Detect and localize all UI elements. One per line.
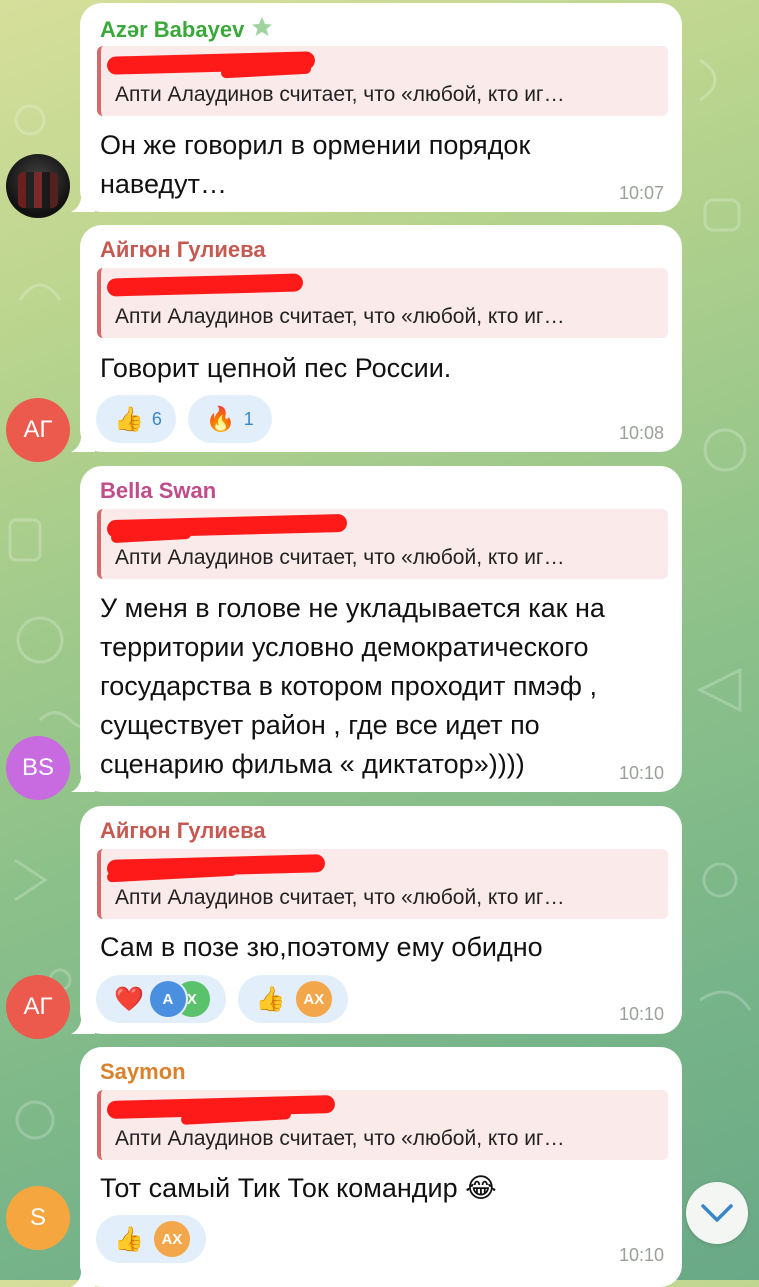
message-bubble[interactable]: Saymon Апти Алаудинов считает, что «любо… [71,1047,682,1287]
reply-text: Апти Алаудинов считает, что «любой, кто … [115,305,565,328]
avatar[interactable] [6,154,70,218]
reaction-count: 1 [243,408,254,429]
reply-preview[interactable]: Апти Алаудинов считает, что «любой, кто … [97,268,668,338]
reaction-heart[interactable]: ❤️ А X [96,975,226,1023]
reactor-avatar: А [147,979,188,1019]
chevron-down-icon [701,1204,733,1222]
message-time: 10:08 [618,423,664,443]
avatar[interactable]: АГ [6,975,70,1039]
message-text: У меня в голове не укладывается как на т… [100,593,605,779]
sender-name[interactable]: Айгюн Гулиева [100,818,266,844]
message-bubble[interactable]: Azər Babayev Апти Алаудинов считает, что… [71,3,682,212]
sender-name[interactable]: Bella Swan [100,478,216,504]
reactor-avatar: AX [151,1219,192,1259]
scroll-down-button[interactable] [686,1182,748,1244]
bubble-tail [71,1012,95,1034]
message-time: 10:10 [618,763,664,783]
message-time: 10:10 [618,1004,664,1024]
reactions: 👍 AX [96,1215,206,1263]
reaction-count: 6 [151,408,162,429]
thumbs-up-icon: 👍 [114,1225,144,1253]
reactions: 👍 6 🔥 1 [96,395,272,443]
reaction-thumbs-up[interactable]: 👍 AX [237,975,348,1023]
sender-name[interactable]: Айгюн Гулиева [100,237,266,263]
reactor-avatar: AX [293,979,334,1019]
reaction-thumbs-up[interactable]: 👍 AX [96,1215,206,1263]
reply-text: Апти Алаудинов считает, что «любой, кто … [115,886,565,909]
reply-preview[interactable]: Апти Алаудинов считает, что «любой, кто … [97,1090,668,1160]
bubble-tail [71,770,95,792]
thumbs-up-icon: 👍 [255,985,286,1013]
reply-preview[interactable]: Апти Алаудинов считает, что «любой, кто … [97,849,668,919]
message-time: 10:07 [618,183,664,203]
reply-text: Апти Алаудинов считает, что «любой, кто … [115,546,565,569]
message-bubble[interactable]: Айгюн Гулиева Апти Алаудинов считает, чт… [71,225,682,452]
reply-text: Апти Алаудинов считает, что «любой, кто … [115,1127,565,1150]
avatar[interactable]: АГ [6,398,70,462]
reaction-fire[interactable]: 🔥 1 [187,395,272,443]
message-bubble[interactable]: Айгюн Гулиева Апти Алаудинов считает, чт… [71,806,682,1034]
heart-icon: ❤️ [114,985,144,1013]
reply-text: Апти Алаудинов считает, что «любой, кто … [115,83,565,106]
reaction-thumbs-up[interactable]: 👍 6 [96,395,176,443]
bubble-tail [71,190,95,212]
reply-preview[interactable]: Апти Алаудинов считает, что «любой, кто … [97,509,668,579]
star-icon [250,15,274,45]
thumbs-up-icon: 👍 [114,405,144,433]
message-bubble[interactable]: Bella Swan Апти Алаудинов считает, что «… [71,466,682,792]
bubble-tail [71,430,95,452]
sender-name[interactable]: Saymon [100,1059,186,1085]
message-text: Сам в позе зю,поэтому ему обидно [100,932,543,962]
message-text: Тот самый Тик Ток командир 😂 [100,1173,497,1203]
avatar[interactable]: S [6,1186,70,1250]
bubble-tail [71,1265,95,1287]
redaction [106,273,304,297]
avatar[interactable]: BS [6,736,70,800]
fire-icon: 🔥 [205,405,236,433]
message-text: Он же говорил в ормении порядок наведут… [100,130,531,199]
message-text: Говорит цепной пес России. [100,353,452,383]
reply-preview[interactable]: Апти Алаудинов считает, что «любой, кто … [97,46,668,116]
sender-name[interactable]: Azər Babayev [100,15,274,45]
message-time: 10:10 [618,1245,664,1265]
reactions: ❤️ А X 👍 AX [96,975,348,1023]
